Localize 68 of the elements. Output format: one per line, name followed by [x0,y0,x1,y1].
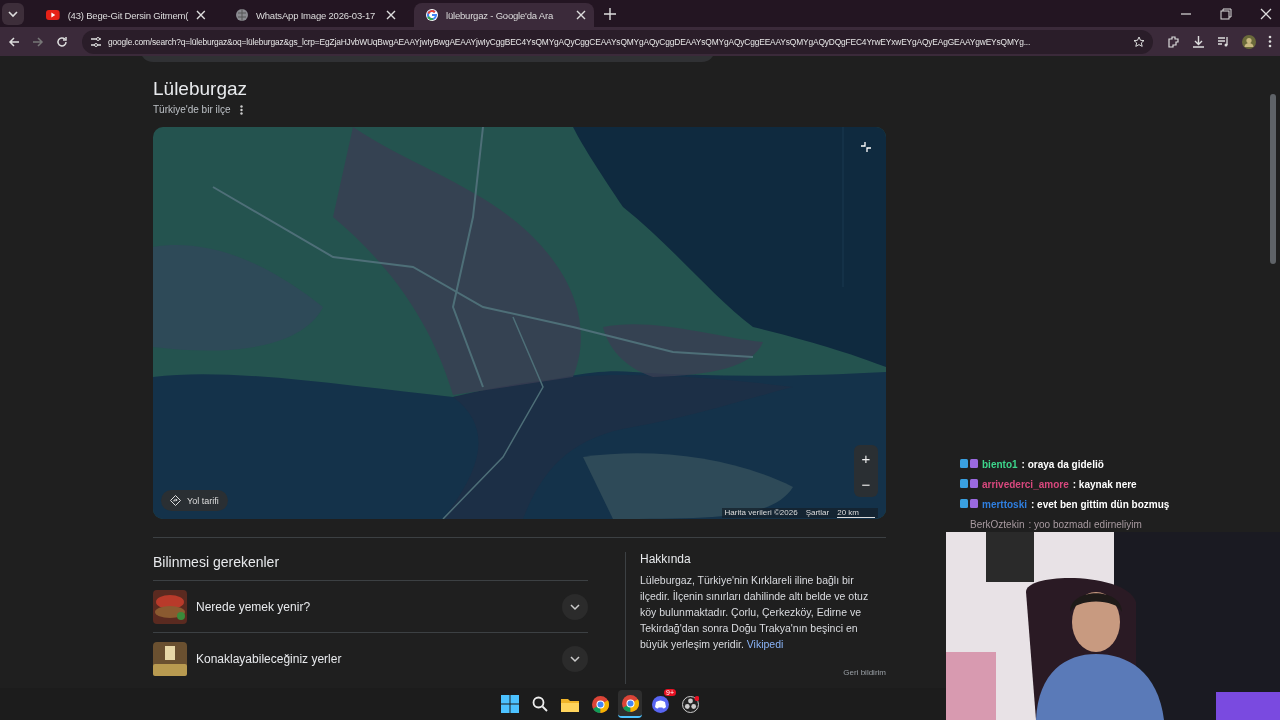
chat-username: biento1 [982,458,1018,470]
back-icon[interactable] [8,35,20,48]
restore-icon[interactable] [1220,7,1232,20]
scale-label: 20 km [837,508,875,518]
chat-message: : evet ben gittim dün bozmuş [1031,498,1170,510]
new-tab-icon[interactable] [604,7,616,20]
badge-icon [960,459,978,469]
tab-list-icon[interactable] [2,2,24,25]
collapse-icon[interactable] [860,141,872,153]
section-heading: Hakkında [640,552,692,566]
chat-message: : kaynak nere [1072,478,1137,490]
chevron-icon[interactable] [562,645,588,672]
zoom-in-button[interactable]: + [854,445,878,471]
place-subtitle: Türkiye'de bir ilçe [153,104,231,115]
tab-title: (43) Bege-Git Dersin Gitmem( [67,9,189,21]
zoom-out-button[interactable]: − [854,471,878,497]
close-icon[interactable] [196,10,206,20]
chevron-icon[interactable] [562,593,588,620]
chat-message: : yoo bozmadı edirneliyim [1028,518,1142,530]
chat-username: merttoski [982,498,1027,510]
media-icon[interactable] [1217,35,1230,48]
tab-title: WhatsApp Image 2026-03-17 [256,9,377,21]
accordion-item[interactable]: Konaklayabileceğiniz yerler [153,632,588,684]
browser-tab[interactable]: lüleburgaz - Google'da Ara [414,3,594,27]
more-icon[interactable] [239,104,243,115]
chrome-icon [591,695,609,713]
tab-title: lüleburgaz - Google'da Ara [446,9,554,21]
about-text: Lüleburgaz, Türkiye'nin Kırklareli iline bağlı bir ilçedir. İlçenin sınırları dahilinde altı belde ve otuz köy bulunmaktadır. Çorlu, Çerkezköy, Edirne ve Tekirdağ'dan sonra Doğu Trakya'nın beşinci en büyük yerleşim yeridir. Vikipedi [640,573,870,652]
reload-icon[interactable] [56,35,68,48]
chat-app-icon [651,695,669,713]
feedback-link[interactable]: Geri bildirim [640,668,886,677]
google-icon [426,9,438,21]
globe-icon [236,9,248,21]
chat-username: BerkOztekin [970,518,1025,530]
scrollbar[interactable] [1270,94,1276,264]
extensions-icon[interactable] [1167,35,1180,48]
section-heading: Bilinmesi gerekenler [153,553,281,572]
star-icon[interactable] [1133,35,1145,48]
close-icon[interactable] [386,10,396,20]
wikipedia-link[interactable]: Vikipedi [746,638,784,650]
folder-icon [561,696,579,712]
place-title: Lüleburgaz [153,77,249,101]
video-icon [46,10,60,20]
url-text: google.com/search?q=lüleburgaz&oq=lüleburgaz&gs_lcrp=EgZjaHJvbWUqBwgAEAAYjwIyBwgAEAAYjwIyCggBEC4YsQMYgAQyCggCEAAYsQMYgAQyCggDEAAYsQMYgAQyCggEEAAYsQMYgAQyDQgFEC4YrwEYxwEYgAQyEAgGEAAYgwEYsQMYg... [108,36,1032,47]
chrome-icon [621,694,639,712]
directions-icon [170,495,181,506]
directions-button[interactable]: Yol tarifi [161,490,228,511]
accordion-item[interactable]: Nerede yemek yenir? [153,580,588,632]
badge-icon [960,499,978,509]
record-app-icon [681,695,699,713]
badge-icon [960,479,978,489]
map-attribution: Harita verileri ©2026 [724,508,798,518]
browser-tab[interactable]: WhatsApp Image 2026-03-17 [224,3,404,27]
chat-message: : oraya da gideliö [1021,458,1104,470]
close-icon[interactable] [576,10,586,20]
avatar-icon[interactable] [1242,34,1256,49]
address-bar[interactable]: google.com/search?q=lüleburgaz&oq=lüleburgaz&gs_lcrp=EgZjaHJvbWUqBwgAEAAYjwIyBwgAEAAYjwIyCggBEC4YsQMYgAQyCggCEAAYsQMYgAQyCggDEAAYsQMYgAQyCggEEAAYsQMYgAQyDQgFEC4YrwEYxwEYgAQyEAgGEAAYgwEYsQMYg... [82,29,1153,54]
browser-tab[interactable]: (43) Bege-Git Dersin Gitmem( [34,3,214,27]
chat-username: arrivederci_amore [982,478,1069,490]
taskbar-app[interactable] [618,690,642,718]
windows-icon [501,695,519,713]
search-icon [532,696,548,712]
more-icon[interactable] [1268,35,1272,48]
forward-icon[interactable] [32,35,44,48]
site-settings-icon [90,35,102,48]
download-icon[interactable] [1192,35,1205,48]
close-icon[interactable] [1260,7,1272,20]
terms-link[interactable]: Şartlar [805,508,830,518]
